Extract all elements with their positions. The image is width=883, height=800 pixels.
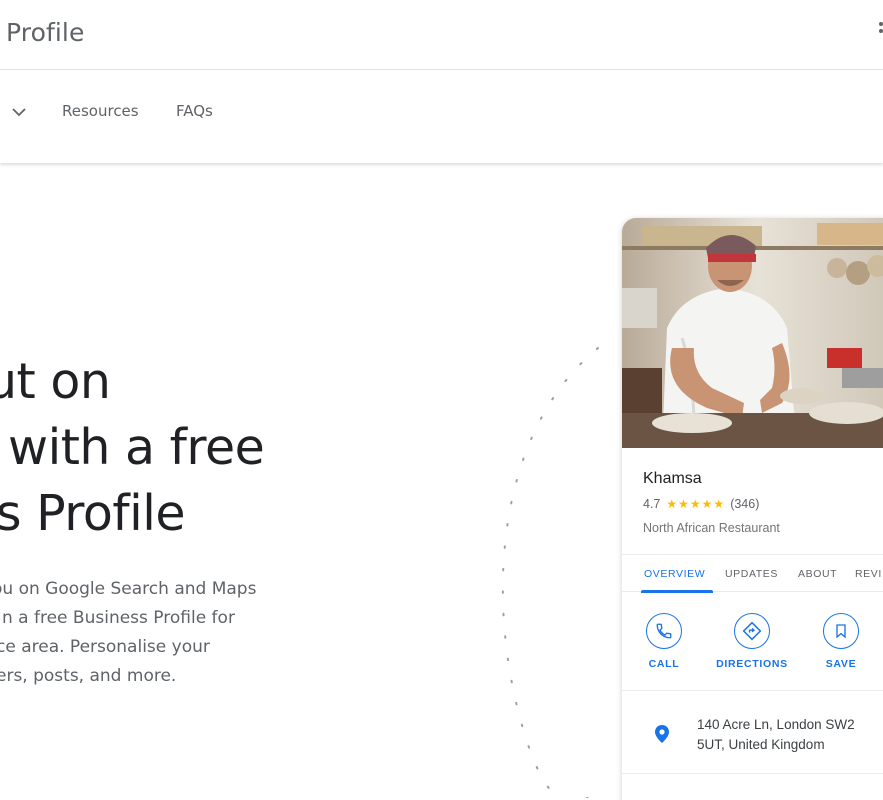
sub-navigation: Resources FAQs	[0, 71, 883, 163]
save-label: SAVE	[825, 658, 857, 670]
chevron-down-icon[interactable]	[10, 103, 28, 121]
rating-row: 4.7 ★★★★★ (346)	[643, 497, 759, 511]
active-tab-indicator	[641, 590, 713, 593]
headline-line-2: with a free	[8, 419, 265, 476]
tab-reviews[interactable]: REVI	[855, 568, 882, 580]
location-pin-icon	[655, 725, 669, 743]
tab-updates[interactable]: UPDATES	[725, 568, 778, 580]
business-address[interactable]: 140 Acre Ln, London SW2 5UT, United King…	[697, 715, 855, 755]
divider	[622, 773, 883, 774]
bookmark-icon	[823, 613, 859, 649]
top-header: Profile	[0, 0, 883, 70]
save-button[interactable]: SAVE	[821, 613, 861, 670]
card-tabs: OVERVIEW UPDATES ABOUT REVI	[622, 554, 883, 593]
brand-title[interactable]: Profile	[6, 18, 84, 47]
tab-overview[interactable]: OVERVIEW	[644, 568, 705, 580]
restaurant-chef-photo	[622, 218, 883, 448]
description-line-2: n a free Business Profile for	[2, 608, 235, 628]
more-options-icon[interactable]	[879, 22, 883, 40]
directions-button[interactable]: DIRECTIONS	[712, 613, 792, 670]
nav-link-resources[interactable]: Resources	[62, 102, 139, 120]
call-button[interactable]: CALL	[644, 613, 684, 670]
divider	[622, 690, 883, 691]
phone-icon	[646, 613, 682, 649]
hero-headline: ut on with a free s Profile	[0, 349, 265, 547]
hero-description: ou on Google Search and Maps n a free Bu…	[0, 575, 280, 691]
directions-icon	[734, 613, 770, 649]
hero-section: ut on with a free s Profile ou on Google…	[0, 163, 883, 800]
address-line-2: 5UT, United Kingdom	[697, 737, 825, 752]
address-line-1: 140 Acre Ln, London SW2	[697, 717, 855, 732]
description-line-3: ce area. Personalise your	[0, 637, 210, 657]
business-category: North African Restaurant	[643, 521, 780, 535]
nav-link-faqs[interactable]: FAQs	[176, 102, 213, 120]
dotted-arc-decoration	[501, 347, 601, 798]
description-line-1: ou on Google Search and Maps	[0, 579, 257, 599]
call-label: CALL	[648, 658, 680, 670]
review-count[interactable]: (346)	[730, 497, 759, 511]
headline-line-3: s Profile	[0, 485, 185, 542]
star-rating-icon: ★★★★★	[666, 497, 726, 511]
business-profile-card: Khamsa 4.7 ★★★★★ (346) North African Res…	[622, 218, 883, 800]
business-name[interactable]: Khamsa	[643, 470, 702, 488]
headline-line-1: ut on	[0, 353, 111, 410]
description-line-4: ers, posts, and more.	[0, 666, 177, 686]
rating-value: 4.7	[643, 497, 661, 511]
tab-about[interactable]: ABOUT	[798, 568, 837, 580]
directions-label: DIRECTIONS	[716, 658, 788, 670]
